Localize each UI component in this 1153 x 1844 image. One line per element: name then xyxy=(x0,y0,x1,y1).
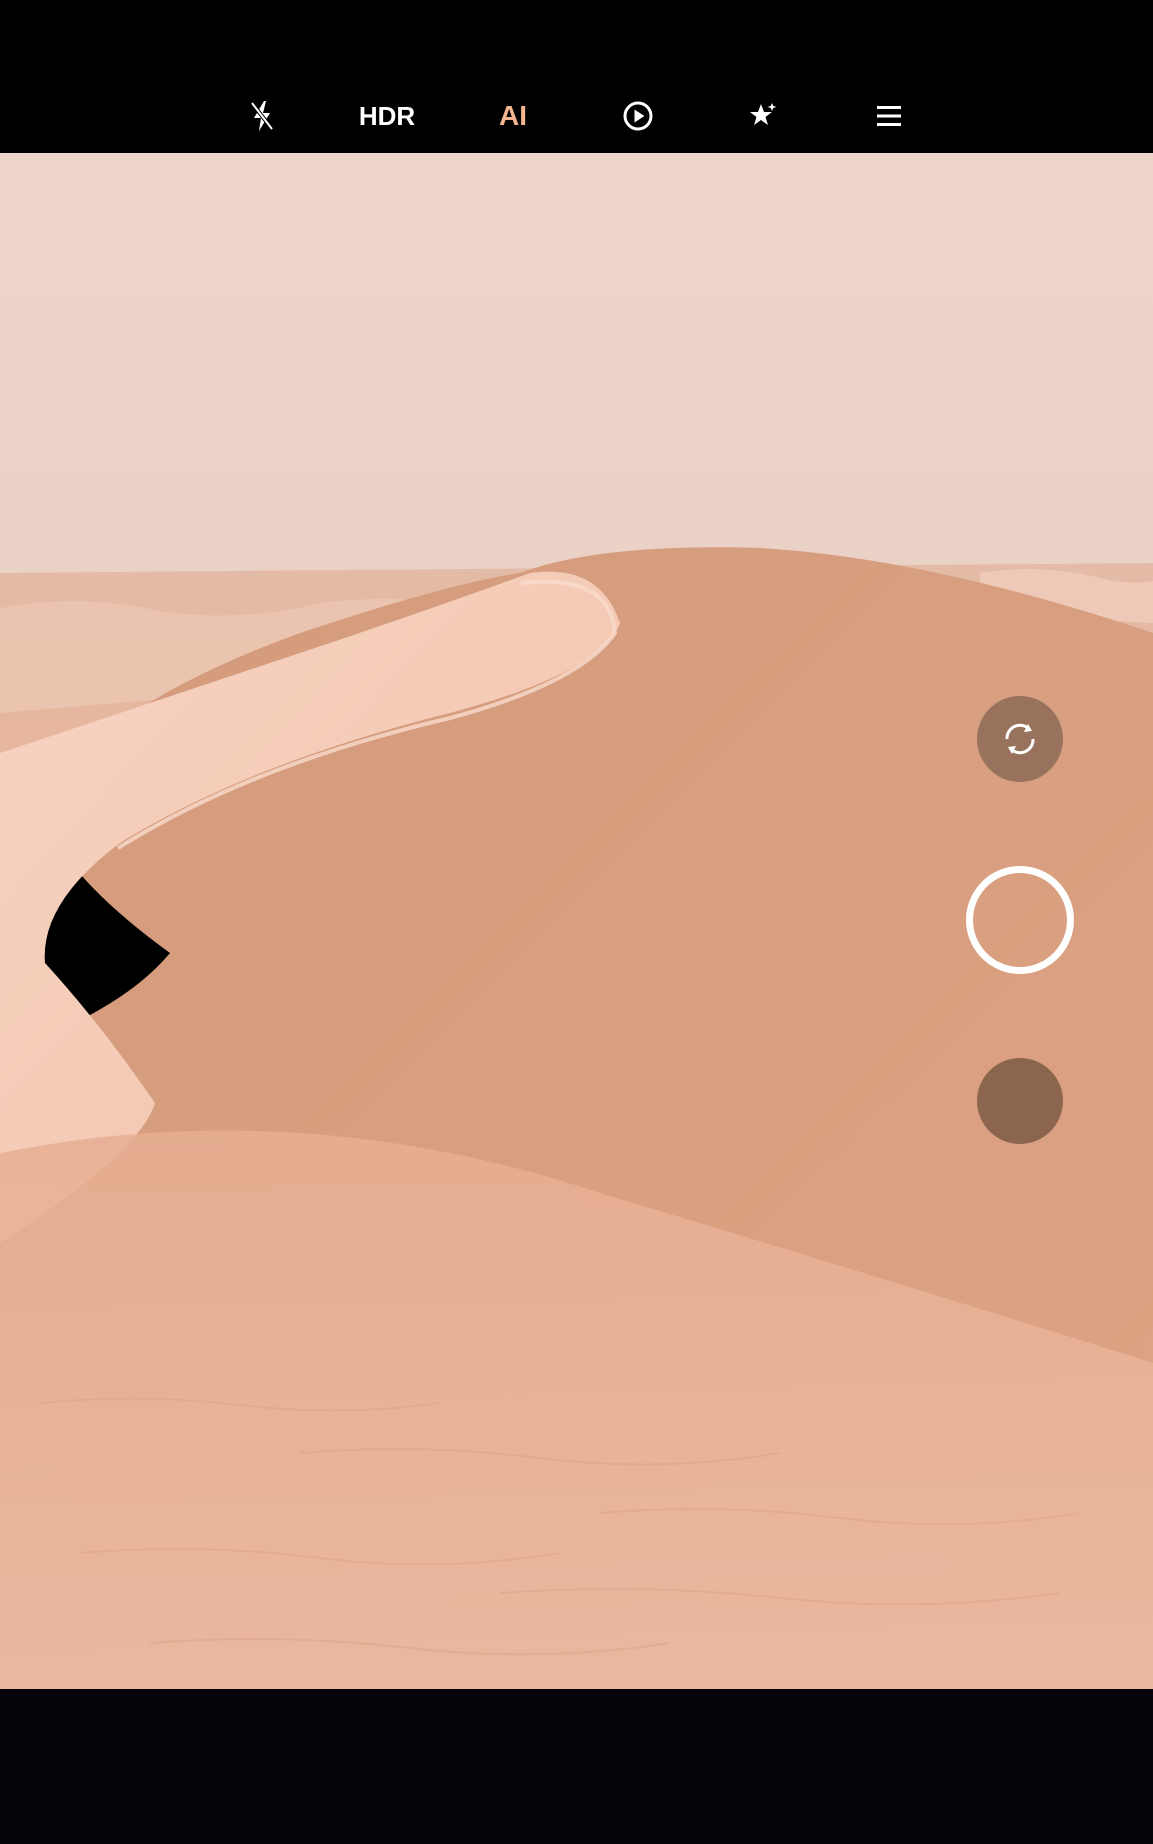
camera-toolbar: HDR AI xyxy=(0,0,1153,153)
gallery-thumbnail[interactable] xyxy=(977,1058,1063,1144)
ai-label: AI xyxy=(499,100,527,131)
flash-toggle-button[interactable] xyxy=(232,96,292,136)
camera-switch-icon xyxy=(1005,723,1035,755)
hdr-label: HDR xyxy=(358,100,416,131)
hamburger-menu-icon xyxy=(877,106,901,126)
camera-app: HDR AI xyxy=(0,0,1153,1844)
play-circle-icon xyxy=(623,101,653,131)
sparkle-icon xyxy=(750,103,777,125)
ai-toggle-button[interactable]: AI xyxy=(483,96,543,136)
switch-camera-button[interactable] xyxy=(977,696,1063,782)
shutter-button[interactable] xyxy=(966,866,1074,974)
flash-off-icon xyxy=(250,101,274,131)
motion-photo-button[interactable] xyxy=(608,96,668,136)
bottom-bar xyxy=(0,1689,1153,1844)
settings-menu-button[interactable] xyxy=(859,96,919,136)
hdr-toggle-button[interactable]: HDR xyxy=(357,96,417,136)
beauty-filter-button[interactable] xyxy=(733,96,793,136)
